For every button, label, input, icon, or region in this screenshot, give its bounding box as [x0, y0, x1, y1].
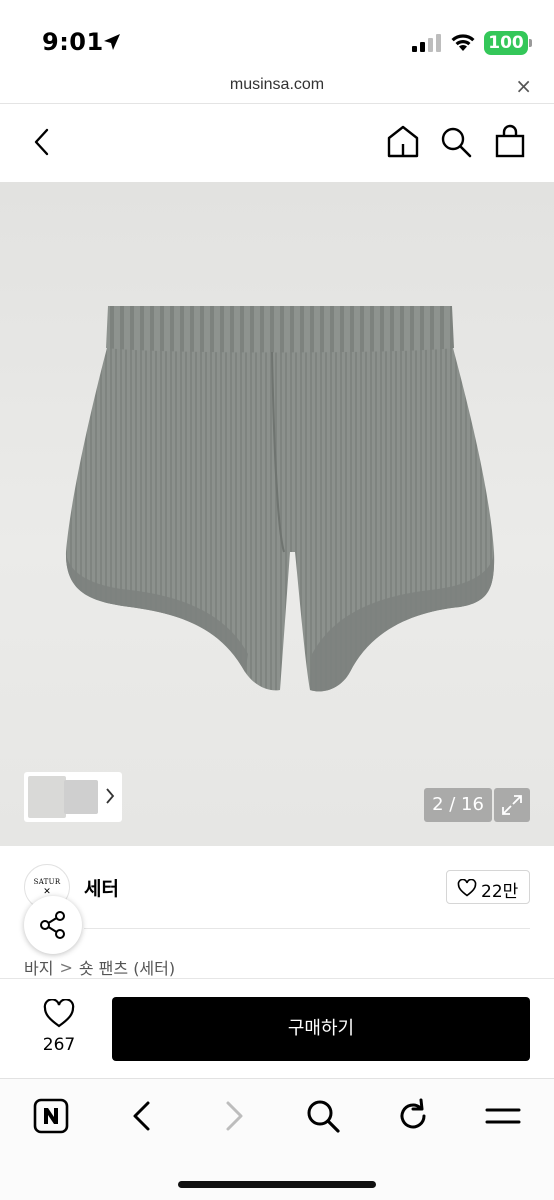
thumbnail-strip[interactable]: [24, 772, 122, 822]
buy-button[interactable]: 구매하기: [112, 997, 530, 1061]
expand-icon: [502, 795, 522, 815]
heart-icon: [43, 999, 75, 1028]
menu-button[interactable]: [484, 1097, 524, 1137]
image-counter: 2 / 16: [424, 788, 492, 822]
breadcrumb-item[interactable]: 바지: [24, 959, 53, 978]
home-indicator: [178, 1181, 376, 1188]
back-chevron-icon[interactable]: [28, 126, 56, 158]
search-icon[interactable]: [440, 126, 472, 158]
url-domain[interactable]: musinsa.com: [0, 76, 554, 94]
breadcrumb-separator: >: [59, 957, 73, 977]
thumbnail-chevron-icon[interactable]: [104, 786, 116, 806]
breadcrumb: 바지 > 숏 팬츠 (세터): [24, 955, 175, 979]
search-icon: [307, 1100, 340, 1133]
heart-outline-icon: [457, 879, 477, 897]
bag-icon[interactable]: [494, 124, 526, 158]
forward-icon: [226, 1101, 243, 1131]
brand-logo-text: SATUR: [33, 878, 61, 886]
brand-like-count: 22만: [481, 882, 519, 902]
menu-icon: [485, 1108, 521, 1124]
product-image[interactable]: 2 / 16: [0, 182, 554, 846]
knit-shorts-image: [65, 306, 495, 692]
divider: [84, 928, 530, 929]
reload-button[interactable]: [394, 1097, 434, 1137]
status-time: 9:01: [42, 28, 104, 56]
toolbar-search-button[interactable]: [304, 1097, 344, 1137]
brand-like-button[interactable]: 22만: [446, 870, 530, 904]
expand-button[interactable]: [494, 788, 530, 822]
forward-button[interactable]: [214, 1097, 254, 1137]
purchase-bar: 267 구매하기: [0, 978, 554, 1078]
wishlist-count: 267: [42, 1035, 76, 1055]
share-button[interactable]: [24, 896, 82, 954]
url-bar[interactable]: musinsa.com ×: [0, 70, 554, 104]
naver-home-button[interactable]: [32, 1097, 72, 1137]
close-icon[interactable]: ×: [515, 74, 532, 98]
thumbnail-2[interactable]: [64, 780, 98, 814]
share-icon: [40, 911, 65, 939]
battery-nub: [529, 39, 532, 47]
signal-icon: [412, 34, 441, 52]
thumbnail-1[interactable]: [28, 776, 66, 818]
naver-n-icon: [33, 1098, 69, 1134]
brand-name[interactable]: 세터: [84, 874, 119, 901]
browser-toolbar: [0, 1078, 554, 1200]
back-button[interactable]: [124, 1097, 164, 1137]
status-bar: 9:01 100: [0, 0, 554, 70]
wishlist-button[interactable]: 267: [28, 999, 90, 1059]
back-icon: [133, 1101, 150, 1131]
battery-icon: 100: [484, 31, 528, 55]
breadcrumb-item[interactable]: 숏 팬츠 (세터): [79, 959, 175, 978]
home-icon[interactable]: [386, 124, 420, 158]
location-arrow-icon: [104, 34, 120, 50]
app-header: [0, 104, 554, 182]
wifi-icon: [451, 34, 475, 51]
reload-icon: [400, 1098, 426, 1129]
